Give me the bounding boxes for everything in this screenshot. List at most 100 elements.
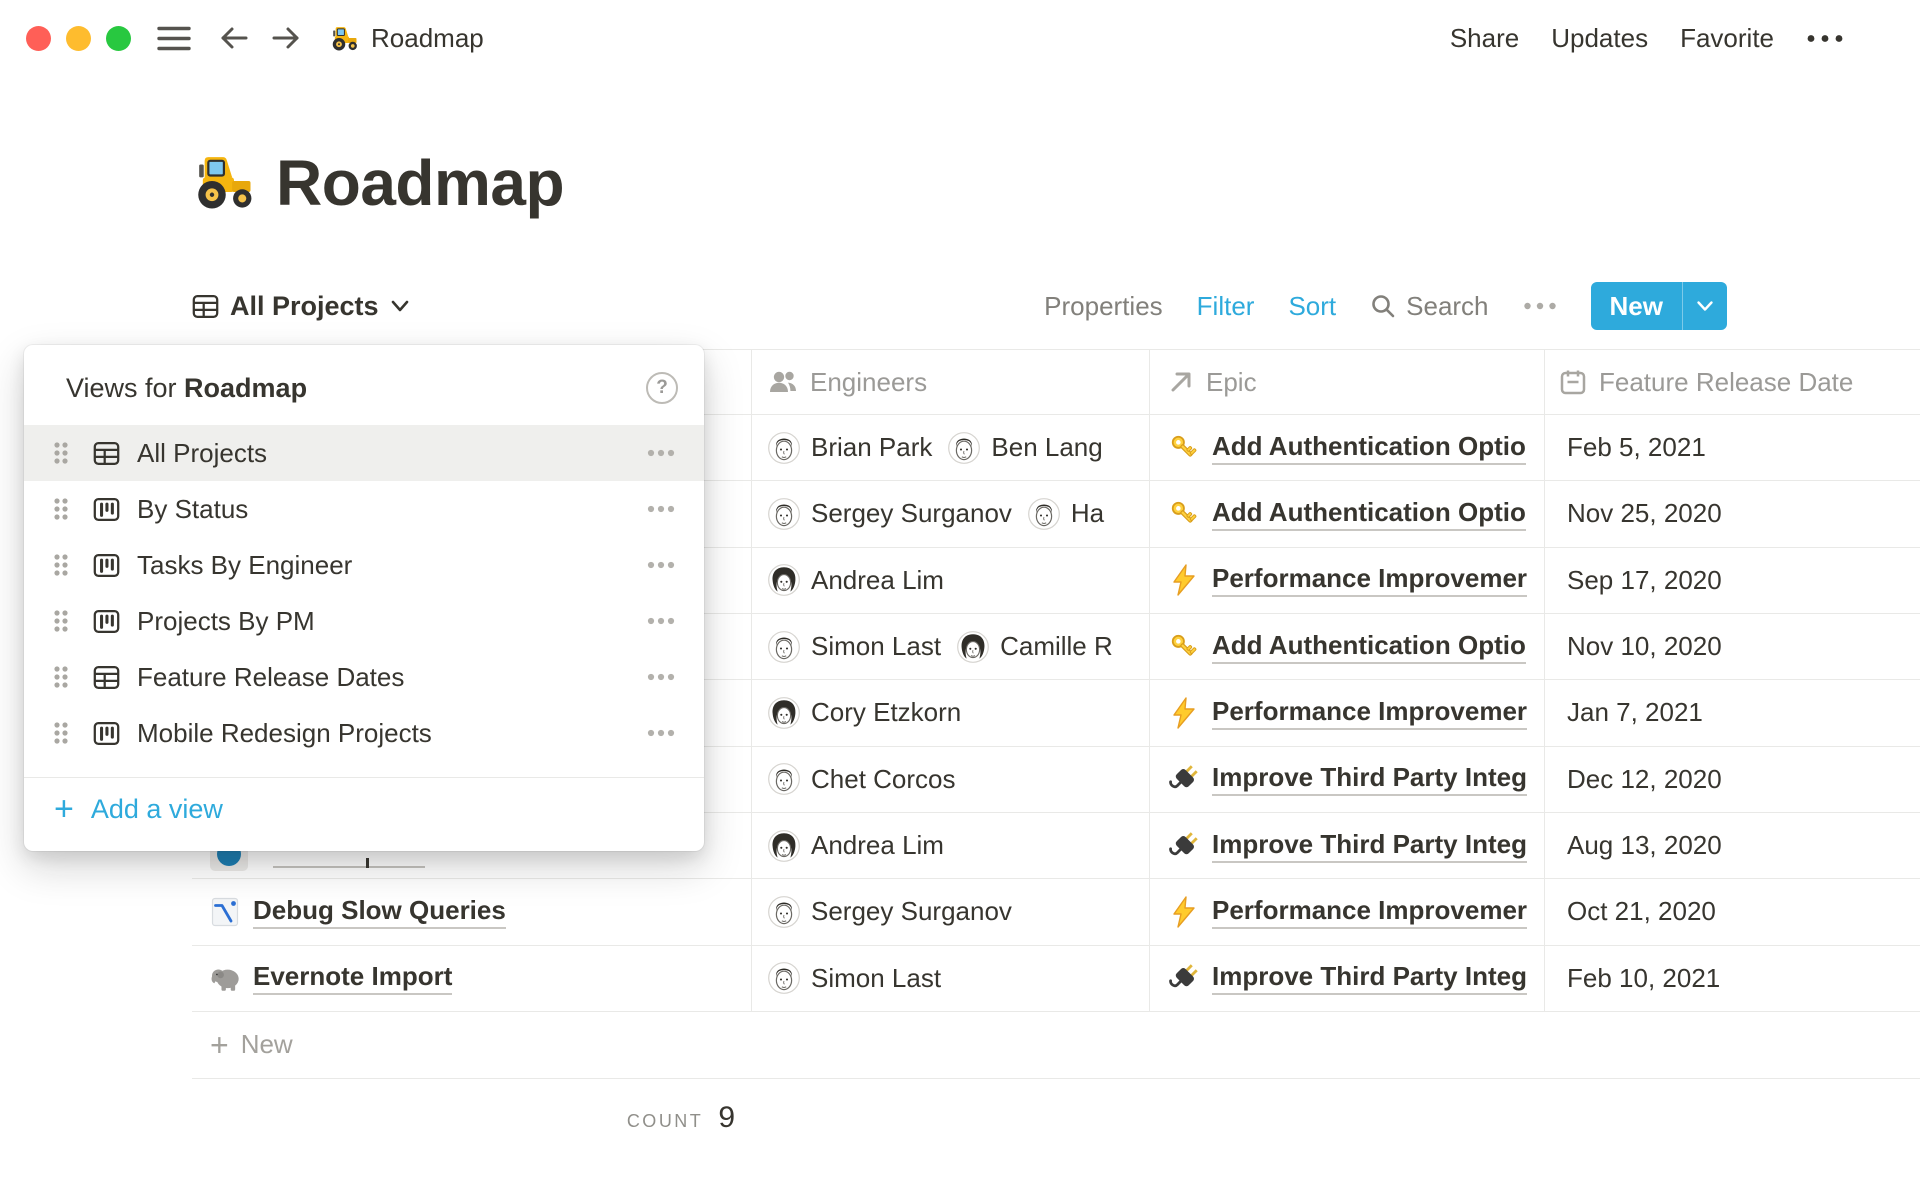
page-heading: Roadmap [190,146,564,220]
drag-handle-icon[interactable] [53,440,69,466]
minimize-window-button[interactable] [66,26,91,51]
view-item-feature-release-dates[interactable]: Feature Release Dates [24,649,704,705]
engineer-chip[interactable]: Simon Last [768,631,941,663]
name-cell[interactable]: Evernote Import [192,946,752,1011]
drag-handle-icon[interactable] [53,552,69,578]
breadcrumb[interactable]: Roadmap [329,23,484,54]
back-arrow-icon[interactable] [219,25,249,51]
engineer-chip[interactable]: Ha [1028,498,1104,530]
engineer-chip[interactable]: Chet Corcos [768,763,956,795]
view-item-mobile-redesign-projects[interactable]: Mobile Redesign Projects [24,705,704,761]
epic-cell[interactable]: Add Authentication Optio [1150,415,1545,480]
view-item-more-icon[interactable] [647,561,675,569]
properties-button[interactable]: Properties [1044,291,1163,322]
engineers-cell[interactable]: Andrea Lim [752,813,1150,878]
share-button[interactable]: Share [1450,23,1519,54]
engineer-chip[interactable]: Andrea Lim [768,830,944,862]
name-cell[interactable]: Debug Slow Queries [192,879,752,944]
epic-cell[interactable]: Performance Improvemer [1150,680,1545,745]
engineer-chip[interactable]: Camille R [957,631,1113,663]
epic-link[interactable]: Improve Third Party Integ [1212,829,1527,863]
sort-button[interactable]: Sort [1288,291,1336,322]
release-date-cell[interactable]: Feb 5, 2021 [1545,415,1920,480]
view-item-more-icon[interactable] [647,505,675,513]
engineers-cell[interactable]: Sergey Surganov [752,879,1150,944]
epic-cell[interactable]: Improve Third Party Integ [1150,813,1545,878]
release-date-cell[interactable]: Oct 21, 2020 [1545,879,1920,944]
engineers-cell[interactable]: Simon Last Camille R [752,614,1150,679]
view-item-more-icon[interactable] [647,617,675,625]
help-icon[interactable]: ? [646,372,678,404]
new-button[interactable]: New [1591,291,1682,322]
ellipsis-icon[interactable] [1806,34,1844,43]
view-item-by-status[interactable]: By Status [24,481,704,537]
new-row-button[interactable]: + New [192,1012,1920,1079]
epic-link[interactable]: Improve Third Party Integ [1212,762,1527,796]
forward-arrow-icon[interactable] [271,25,301,51]
view-item-projects-by-pm[interactable]: Projects By PM [24,593,704,649]
project-link-partial[interactable] [273,866,425,868]
epic-link[interactable]: Performance Improvemer [1212,696,1527,730]
view-item-tasks-by-engineer[interactable]: Tasks By Engineer [24,537,704,593]
engineers-cell[interactable]: Sergey Surganov Ha [752,481,1150,546]
project-link[interactable]: Evernote Import [253,961,452,995]
view-item-more-icon[interactable] [647,449,675,457]
drag-handle-icon[interactable] [53,608,69,634]
epic-link[interactable]: Performance Improvemer [1212,563,1527,597]
engineers-column-header[interactable]: Engineers [752,350,1150,414]
view-item-more-icon[interactable] [647,729,675,737]
updates-button[interactable]: Updates [1551,23,1648,54]
page-title[interactable]: Roadmap [276,146,564,220]
new-button-dropdown[interactable] [1683,300,1727,312]
view-item-all-projects[interactable]: All Projects [24,425,704,481]
page-tractor-icon[interactable] [190,148,256,219]
release-date-cell[interactable]: Aug 13, 2020 [1545,813,1920,878]
engineer-chip[interactable]: Simon Last [768,962,941,994]
engineer-chip[interactable]: Cory Etzkorn [768,697,961,729]
engineers-cell[interactable]: Chet Corcos [752,747,1150,812]
engineer-chip[interactable]: Sergey Surganov [768,498,1012,530]
engineers-cell[interactable]: Brian Park Ben Lang [752,415,1150,480]
add-view-button[interactable]: + Add a view [24,778,704,840]
epic-column-header[interactable]: Epic [1150,350,1545,414]
release-date-column-header[interactable]: Feature Release Date [1545,350,1920,414]
epic-link[interactable]: Add Authentication Optio [1212,630,1526,664]
favorite-button[interactable]: Favorite [1680,23,1774,54]
count-aggregate[interactable]: COUNT 9 [192,1079,752,1135]
epic-link[interactable]: Improve Third Party Integ [1212,961,1527,995]
release-date-cell[interactable]: Jan 7, 2021 [1545,680,1920,745]
toolbar-more-icon[interactable] [1523,302,1557,310]
view-item-more-icon[interactable] [647,673,675,681]
menu-icon[interactable] [157,25,191,52]
drag-handle-icon[interactable] [53,664,69,690]
engineers-cell[interactable]: Andrea Lim [752,548,1150,613]
view-selector[interactable]: All Projects [192,291,410,322]
drag-handle-icon[interactable] [53,720,69,746]
engineer-chip[interactable]: Ben Lang [948,432,1102,464]
epic-cell[interactable]: Performance Improvemer [1150,879,1545,944]
epic-link[interactable]: Performance Improvemer [1212,895,1527,929]
close-window-button[interactable] [26,26,51,51]
release-date-cell[interactable]: Feb 10, 2021 [1545,946,1920,1011]
drag-handle-icon[interactable] [53,496,69,522]
epic-link[interactable]: Add Authentication Optio [1212,497,1526,531]
engineers-cell[interactable]: Cory Etzkorn [752,680,1150,745]
epic-cell[interactable]: Improve Third Party Integ [1150,946,1545,1011]
engineer-chip[interactable]: Brian Park [768,432,932,464]
engineer-chip[interactable]: Sergey Surganov [768,896,1012,928]
search-button[interactable]: Search [1370,291,1488,322]
release-date-cell[interactable]: Sep 17, 2020 [1545,548,1920,613]
epic-cell[interactable]: Improve Third Party Integ [1150,747,1545,812]
zoom-window-button[interactable] [106,26,131,51]
epic-cell[interactable]: Add Authentication Optio [1150,614,1545,679]
epic-link[interactable]: Add Authentication Optio [1212,431,1526,465]
release-date-cell[interactable]: Nov 25, 2020 [1545,481,1920,546]
engineer-chip[interactable]: Andrea Lim [768,564,944,596]
release-date-cell[interactable]: Nov 10, 2020 [1545,614,1920,679]
engineers-cell[interactable]: Simon Last [752,946,1150,1011]
epic-cell[interactable]: Performance Improvemer [1150,548,1545,613]
filter-button[interactable]: Filter [1197,291,1255,322]
release-date-cell[interactable]: Dec 12, 2020 [1545,747,1920,812]
project-link[interactable]: Debug Slow Queries [253,895,506,929]
epic-cell[interactable]: Add Authentication Optio [1150,481,1545,546]
